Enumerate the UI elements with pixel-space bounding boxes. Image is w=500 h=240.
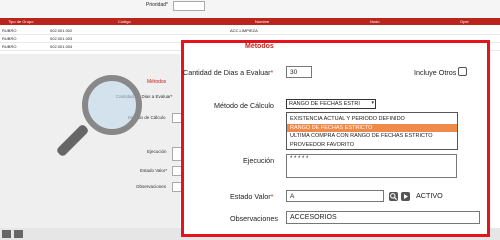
metodo-label: Método de Cálculo bbox=[214, 101, 274, 110]
top-bar bbox=[0, 0, 500, 18]
column-header-nodo[interactable]: Nodo bbox=[370, 19, 380, 24]
metodo-selected-value: RANGO DE FECHAS ESTRI bbox=[289, 101, 360, 107]
option-ultima-compra[interactable]: ULTIMA COMPRA CON RANGO DE FECHAS ESTRIC… bbox=[287, 132, 457, 141]
cell-tipo: RUBRO bbox=[2, 28, 17, 33]
dias-input[interactable]: 30 bbox=[286, 66, 312, 78]
grid-header: Tipo de Grupo Código Nombre Nodo Oper bbox=[0, 18, 500, 25]
bg-observaciones-label: Observaciones bbox=[136, 184, 167, 189]
dias-label-text: Cantidad de Dias a Evaluar bbox=[183, 68, 271, 77]
option-rango-estricto[interactable]: RANGO DE FECHAS ESTRICTO bbox=[287, 123, 457, 132]
column-header-nombre[interactable]: Nombre bbox=[255, 19, 269, 24]
estado-label: Estado Valor* bbox=[230, 192, 274, 201]
incluye-otros-checkbox[interactable] bbox=[458, 67, 467, 76]
chevron-down-icon: ▾ bbox=[371, 100, 374, 106]
metodo-dropdown-list: EXISTENCIA ACTUAL Y PERIODO DEFINIDO RAN… bbox=[286, 112, 458, 150]
magnifier-icon bbox=[82, 75, 142, 135]
column-header-oper[interactable]: Oper bbox=[460, 19, 469, 24]
estado-label-text: Estado Valor bbox=[230, 192, 271, 201]
column-header-tipo[interactable]: Tipo de Grupo bbox=[8, 19, 33, 24]
ejecucion-field[interactable]: * * * * * bbox=[286, 154, 457, 178]
column-header-codigo[interactable]: Código bbox=[118, 19, 131, 24]
bg-metodos-title: Métodos bbox=[147, 79, 167, 85]
cell-nombre: ACC.LIMPIEZA bbox=[230, 28, 258, 33]
panel-title: Métodos bbox=[245, 43, 274, 50]
ejecucion-label: Ejecución bbox=[243, 156, 275, 165]
bg-ejecucion-label: Ejecución bbox=[147, 149, 167, 154]
estado-input[interactable]: A bbox=[286, 190, 384, 202]
bottom-nav-button[interactable] bbox=[14, 230, 23, 238]
cell-tipo: RUBRO bbox=[2, 36, 17, 41]
search-icon[interactable] bbox=[389, 192, 398, 201]
dias-label: Cantidad de Dias a Evaluar* bbox=[183, 68, 274, 77]
estado-description: ACTIVO bbox=[416, 191, 443, 200]
incluye-label: Incluye Otros bbox=[414, 68, 457, 77]
observaciones-input[interactable]: ACCESORIOS bbox=[286, 211, 480, 224]
observaciones-label: Observaciones bbox=[230, 214, 278, 223]
arrow-right-icon[interactable] bbox=[401, 192, 410, 201]
prioridad-label: Prioridad* bbox=[146, 2, 168, 8]
cell-codigo: 002.001.004 bbox=[50, 44, 73, 49]
cell-tipo: RUBRO bbox=[2, 44, 17, 49]
cell-codigo: 002.001.002 bbox=[50, 28, 73, 33]
bg-estado-label: Estado Valor* bbox=[140, 168, 168, 173]
prioridad-select[interactable] bbox=[173, 1, 205, 11]
cell-codigo: 002.001.003 bbox=[50, 36, 73, 41]
metodo-select[interactable]: RANGO DE FECHAS ESTRI ▾ bbox=[286, 99, 376, 109]
table-row[interactable]: RUBRO 002.001.002 ACC.LIMPIEZA bbox=[0, 27, 500, 35]
bottom-nav-button[interactable] bbox=[2, 230, 11, 238]
option-proveedor-favorito[interactable]: PROVEEDOR FAVORITO bbox=[287, 141, 457, 150]
option-existencia[interactable]: EXISTENCIA ACTUAL Y PERIODO DEFINIDO bbox=[287, 115, 457, 124]
